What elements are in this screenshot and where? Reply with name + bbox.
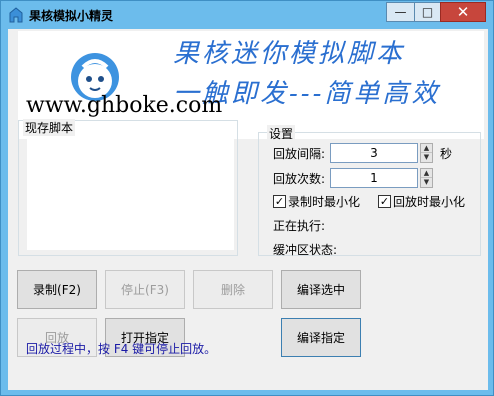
spin-down-icon[interactable]: ▼ <box>421 178 432 187</box>
interval-input[interactable]: 3 <box>330 143 418 163</box>
buffer-status-label: 缓冲区状态: <box>273 243 338 257</box>
banner-slogan-1: 果核迷你模拟脚本 <box>173 39 406 69</box>
maximize-icon[interactable]: □ <box>414 2 440 22</box>
status-message: 回放过程中，按 F4 键可停止回放。 <box>26 342 217 356</box>
client-area: 果核迷你模拟脚本 一触即发---简单高效 www.ghboke.com 现存脚本… <box>8 29 488 390</box>
interval-unit: 秒 <box>440 147 453 161</box>
stop-button[interactable]: 停止(F3) <box>105 270 185 309</box>
count-input[interactable]: 1 <box>330 168 418 188</box>
interval-label: 回放间隔: <box>273 147 326 161</box>
count-spin-buttons: ▲ ▼ <box>420 168 433 188</box>
spin-up-icon[interactable]: ▲ <box>421 169 432 178</box>
compile-specified-button[interactable]: 编译指定 <box>281 318 361 357</box>
settings-group-label: 设置 <box>267 125 296 142</box>
close-icon[interactable]: ✕ <box>440 2 486 22</box>
main-window: 果核模拟小精灵 — □ ✕ 果核迷你模拟脚本 一触即发---简单高效 www.g… <box>0 0 494 396</box>
script-list[interactable] <box>27 137 234 250</box>
checkbox-checked-icon: ✓ <box>378 195 391 208</box>
minimize-on-playback-checkbox[interactable]: ✓ 回放时最小化 <box>378 193 465 210</box>
spin-up-icon[interactable]: ▲ <box>421 144 432 153</box>
window-title: 果核模拟小精灵 <box>29 9 114 23</box>
settings-group: 设置 回放间隔: 3 ▲ ▼ 秒 回放次数: 1 ▲ ▼ ✓ 录制时最小化 ✓ … <box>258 125 481 257</box>
record-button[interactable]: 录制(F2) <box>17 270 97 309</box>
script-group: 现存脚本 <box>18 119 238 256</box>
banner-url: www.ghboke.com <box>26 93 223 118</box>
minimize-on-playback-label: 回放时最小化 <box>393 195 466 209</box>
app-icon <box>9 7 23 23</box>
count-label: 回放次数: <box>273 172 326 186</box>
checkbox-checked-icon: ✓ <box>273 195 286 208</box>
minimize-icon[interactable]: — <box>386 2 414 22</box>
interval-spin-buttons: ▲ ▼ <box>420 143 433 163</box>
minimize-on-record-checkbox[interactable]: ✓ 录制时最小化 <box>273 193 360 210</box>
delete-button[interactable]: 删除 <box>193 270 273 309</box>
compile-selected-button[interactable]: 编译选中 <box>281 270 361 309</box>
spin-down-icon[interactable]: ▼ <box>421 153 432 162</box>
minimize-on-record-label: 录制时最小化 <box>288 195 361 209</box>
title-bar[interactable]: 果核模拟小精灵 — □ ✕ <box>1 1 493 29</box>
script-group-label: 现存脚本 <box>23 119 76 136</box>
executing-label: 正在执行: <box>273 219 326 233</box>
